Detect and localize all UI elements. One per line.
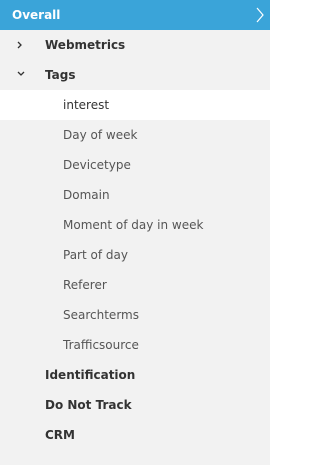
sub-item-label: Moment of day in week xyxy=(63,218,204,232)
chevron-down-icon xyxy=(15,60,27,90)
sub-item-interest[interactable]: interest xyxy=(0,90,270,120)
sub-item-label: Devicetype xyxy=(63,158,131,172)
sub-item-label: Referer xyxy=(63,278,107,292)
sub-item-domain[interactable]: Domain xyxy=(0,180,270,210)
nav-item-webmetrics[interactable]: Webmetrics xyxy=(0,30,270,60)
sub-item-label: Trafficsource xyxy=(63,338,139,352)
sub-item-label: Searchterms xyxy=(63,308,139,322)
sub-item-referer[interactable]: Referer xyxy=(0,270,270,300)
nav-item-identification[interactable]: Identification xyxy=(0,360,270,390)
nav-item-label: CRM xyxy=(45,428,75,442)
navigation-panel: Overall Webmetrics Tags interest Day of … xyxy=(0,0,270,465)
nav-item-label: Identification xyxy=(45,368,136,382)
nav-item-do-not-track[interactable]: Do Not Track xyxy=(0,390,270,420)
sub-item-searchterms[interactable]: Searchterms xyxy=(0,300,270,330)
sub-item-moment-of-day-in-week[interactable]: Moment of day in week xyxy=(0,210,270,240)
sub-item-day-of-week[interactable]: Day of week xyxy=(0,120,270,150)
sub-item-devicetype[interactable]: Devicetype xyxy=(0,150,270,180)
nav-item-label: Tags xyxy=(45,68,76,82)
sub-item-trafficsource[interactable]: Trafficsource xyxy=(0,330,270,360)
sub-item-part-of-day[interactable]: Part of day xyxy=(0,240,270,270)
nav-item-label: Do Not Track xyxy=(45,398,132,412)
nav-item-crm[interactable]: CRM xyxy=(0,420,270,450)
sub-item-label: interest xyxy=(63,98,110,112)
nav-item-label: Webmetrics xyxy=(45,38,126,52)
sub-item-label: Part of day xyxy=(63,248,128,262)
chevron-right-icon[interactable] xyxy=(252,0,266,30)
overall-header[interactable]: Overall xyxy=(0,0,270,30)
sub-item-label: Domain xyxy=(63,188,110,202)
chevron-right-icon xyxy=(15,30,27,60)
nav-item-tags[interactable]: Tags xyxy=(0,60,270,90)
sub-item-label: Day of week xyxy=(63,128,138,142)
overall-title: Overall xyxy=(12,8,61,22)
